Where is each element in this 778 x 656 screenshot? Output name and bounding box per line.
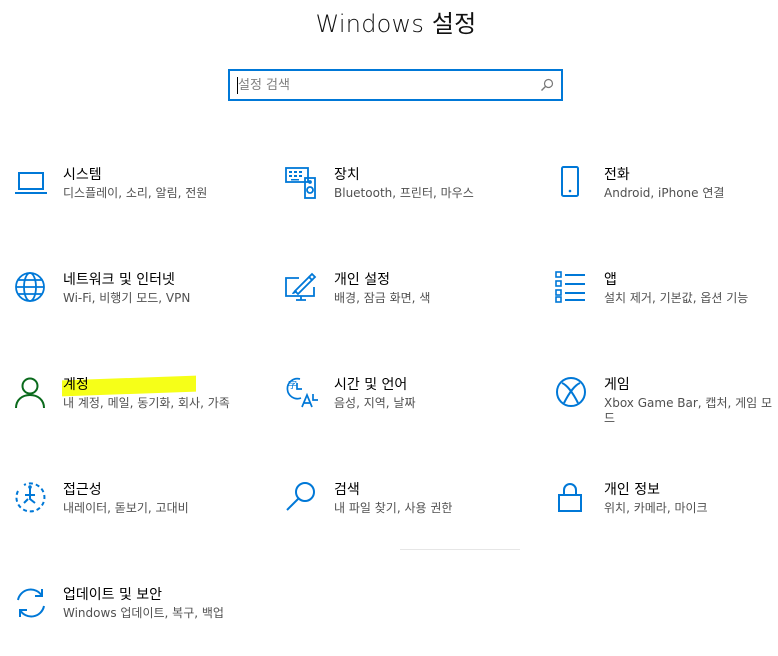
tile-devices[interactable]: 장치 Bluetooth, 프린터, 마우스 bbox=[285, 166, 515, 236]
tile-desc: 내 계정, 메일, 동기화, 회사, 가족 bbox=[63, 396, 230, 410]
xbox-icon bbox=[555, 376, 589, 410]
tile-desc: Xbox Game Bar, 캡처, 게임 모드 bbox=[604, 396, 773, 425]
tile-time-language[interactable]: 字 시간 및 언어 음성, 지역, 날짜 bbox=[285, 376, 515, 446]
phone-icon bbox=[555, 166, 589, 200]
tile-desc: Android, iPhone 연결 bbox=[604, 186, 725, 200]
search-input[interactable] bbox=[238, 71, 528, 99]
magnifier-icon bbox=[285, 481, 319, 515]
tile-network[interactable]: 네트워크 및 인터넷 Wi-Fi, 비행기 모드, VPN bbox=[14, 271, 244, 341]
apps-list-icon bbox=[555, 271, 589, 305]
tile-phone[interactable]: 전화 Android, iPhone 연결 bbox=[555, 166, 778, 236]
tile-label: 전화 bbox=[604, 167, 630, 183]
lock-icon bbox=[555, 481, 589, 515]
laptop-icon bbox=[14, 166, 48, 200]
tile-desc: 위치, 카메라, 마이크 bbox=[604, 501, 708, 515]
tile-desc: Windows 업데이트, 복구, 백업 bbox=[63, 606, 224, 620]
tile-desc: 내레이터, 돋보기, 고대비 bbox=[63, 501, 189, 515]
tile-gaming[interactable]: 게임 Xbox Game Bar, 캡처, 게임 모드 bbox=[555, 376, 778, 446]
tile-label: 네트워크 및 인터넷 bbox=[63, 272, 175, 288]
tile-desc: Wi-Fi, 비행기 모드, VPN bbox=[63, 291, 191, 305]
time-language-icon: 字 bbox=[285, 376, 319, 410]
tile-label: 시간 및 언어 bbox=[334, 377, 408, 393]
tile-label: 앱 bbox=[604, 272, 617, 288]
tile-label: 업데이트 및 보안 bbox=[63, 587, 163, 603]
globe-icon bbox=[14, 271, 48, 305]
tile-label: 계정 bbox=[63, 377, 89, 393]
tile-update-security[interactable]: 업데이트 및 보안 Windows 업데이트, 복구, 백업 bbox=[14, 586, 244, 656]
search-icon[interactable] bbox=[539, 77, 555, 93]
tile-desc: 디스플레이, 소리, 알림, 전원 bbox=[63, 186, 208, 200]
tile-label: 개인 설정 bbox=[334, 272, 390, 288]
tile-label: 시스템 bbox=[63, 167, 102, 183]
page-title: Windows 설정 bbox=[315, 10, 477, 38]
brush-monitor-icon bbox=[285, 271, 319, 305]
tile-desc: 내 파일 찾기, 사용 권한 bbox=[334, 501, 453, 515]
tile-system[interactable]: 시스템 디스플레이, 소리, 알림, 전원 bbox=[14, 166, 244, 236]
tile-label: 게임 bbox=[604, 377, 630, 393]
tile-privacy[interactable]: 개인 정보 위치, 카메라, 마이크 bbox=[555, 481, 778, 551]
ease-of-access-icon bbox=[14, 481, 48, 515]
tile-desc: 음성, 지역, 날짜 bbox=[334, 396, 416, 410]
tile-ease-of-access[interactable]: 접근성 내레이터, 돋보기, 고대비 bbox=[14, 481, 244, 551]
tile-accounts[interactable]: 계정 내 계정, 메일, 동기화, 회사, 가족 bbox=[14, 376, 244, 446]
tile-desc: 배경, 잠금 화면, 색 bbox=[334, 291, 431, 305]
tile-label: 접근성 bbox=[63, 482, 102, 498]
search-box[interactable] bbox=[228, 69, 563, 101]
tile-label: 검색 bbox=[334, 482, 360, 498]
tile-search[interactable]: 검색 내 파일 찾기, 사용 권한 bbox=[285, 481, 515, 551]
keyboard-speaker-icon bbox=[285, 166, 319, 200]
tile-desc: Bluetooth, 프린터, 마우스 bbox=[334, 186, 474, 200]
sync-arrows-icon bbox=[14, 586, 48, 620]
tile-label: 장치 bbox=[334, 167, 360, 183]
tile-desc: 설치 제거, 기본값, 옵션 기능 bbox=[604, 291, 749, 305]
tile-apps[interactable]: 앱 설치 제거, 기본값, 옵션 기능 bbox=[555, 271, 778, 341]
tile-personalization[interactable]: 개인 설정 배경, 잠금 화면, 색 bbox=[285, 271, 515, 341]
svg-text:字: 字 bbox=[288, 379, 297, 391]
divider bbox=[400, 549, 520, 550]
tile-label: 개인 정보 bbox=[604, 482, 660, 498]
person-icon bbox=[14, 376, 48, 410]
text-caret bbox=[237, 77, 238, 94]
